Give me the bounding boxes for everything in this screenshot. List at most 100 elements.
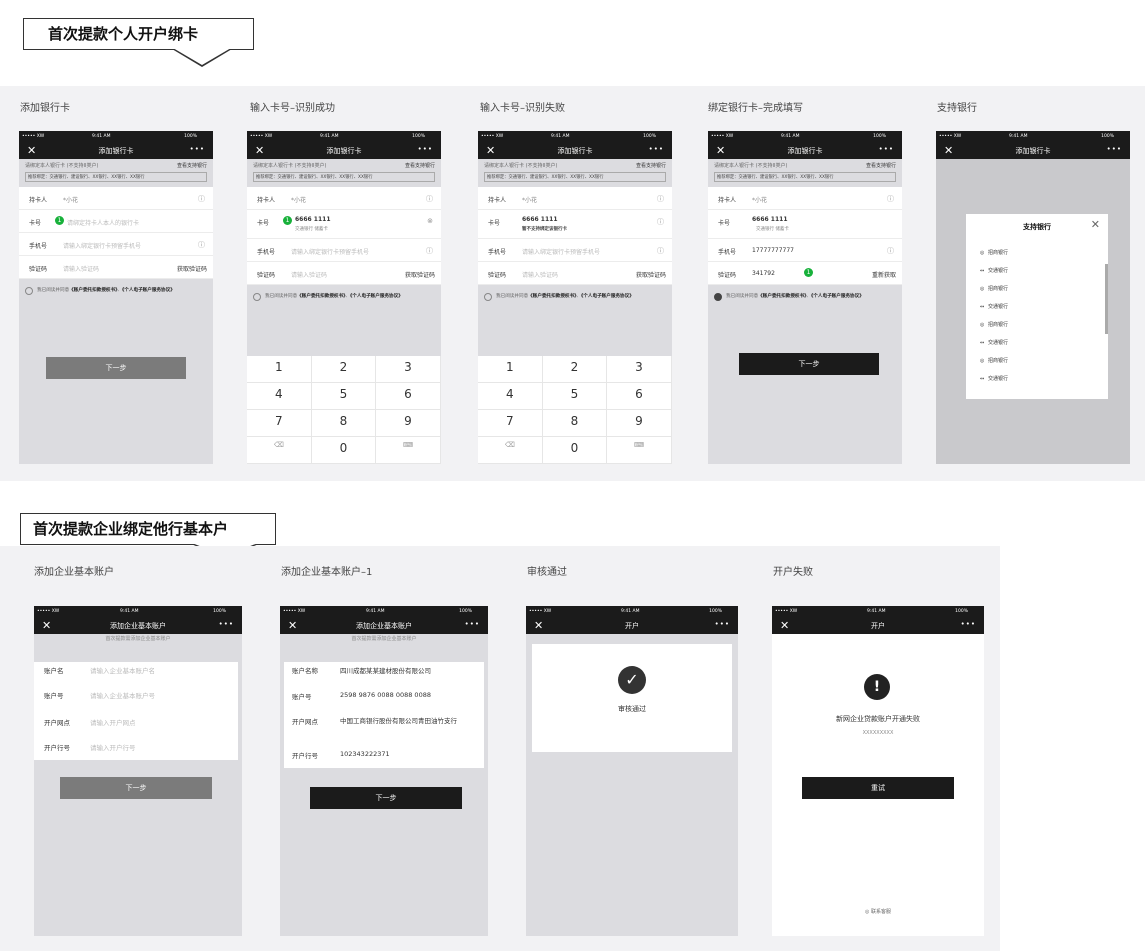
delete-key-icon[interactable]: ⌫ (478, 437, 543, 464)
next-button[interactable]: 下一步 (739, 353, 879, 375)
modal-scrollbar[interactable] (1105, 264, 1108, 334)
bankno-value[interactable]: 102343222371 (340, 750, 390, 758)
key-1[interactable]: 1 (247, 356, 312, 383)
key-3[interactable]: 3 (607, 356, 672, 383)
phone-row[interactable]: 手机号 请输入绑定银行卡预留手机号 ⓘ (247, 239, 441, 262)
key-5[interactable]: 5 (311, 383, 377, 410)
phone-input[interactable]: 请输入绑定银行卡预留手机号 (522, 247, 600, 256)
hide-keyboard-icon[interactable]: ⌨ (607, 437, 672, 464)
key-6[interactable]: 6 (607, 383, 672, 410)
phone-row[interactable]: 手机号 请输入绑定银行卡预留手机号 ⓘ (19, 233, 213, 256)
card-number-input[interactable]: 6666 1111 (295, 216, 331, 223)
get-code-button[interactable]: 获取验证码 (177, 264, 207, 273)
key-0[interactable]: 0 (542, 437, 608, 464)
key-9[interactable]: 9 (607, 410, 672, 437)
next-button[interactable]: 下一步 (310, 787, 462, 809)
more-icon[interactable]: ••• (715, 620, 730, 628)
key-2[interactable]: 2 (542, 356, 608, 383)
code-row[interactable]: 验证码 请输入验证码 获取验证码 (478, 262, 672, 285)
next-button[interactable]: 下一步 (46, 357, 186, 379)
clear-icon[interactable]: ⊗ (427, 217, 433, 225)
agree-doc-2[interactable]: 《个人电子账户服务协议》 (122, 288, 175, 293)
name-input[interactable]: 请输入企业基本账户名 (90, 665, 155, 675)
modal-close-icon[interactable]: ✕ (1091, 218, 1100, 231)
agree-doc-1[interactable]: 《账户委托扣款授权书》 (528, 294, 576, 299)
agree-checkbox[interactable] (714, 293, 722, 301)
agree-checkbox[interactable] (253, 293, 261, 301)
info-icon[interactable]: ⓘ (426, 194, 433, 204)
key-7[interactable]: 7 (478, 410, 543, 437)
agree-doc-1[interactable]: 《账户委托扣款授权书》 (69, 288, 117, 293)
key-1[interactable]: 1 (478, 356, 543, 383)
code-row[interactable]: 验证码 请输入验证码 获取验证码 (247, 262, 441, 285)
more-icon[interactable]: ••• (190, 145, 205, 153)
key-8[interactable]: 8 (311, 410, 377, 437)
key-4[interactable]: 4 (478, 383, 543, 410)
code-input[interactable]: 请输入验证码 (291, 270, 327, 279)
more-icon[interactable]: ••• (1107, 145, 1122, 153)
card-number-input[interactable]: 请绑定持卡人本人的银行卡 (67, 218, 139, 227)
key-7[interactable]: 7 (247, 410, 312, 437)
code-input[interactable]: 请输入验证码 (63, 264, 99, 273)
code-row[interactable]: 验证码 341792 1 重新获取 (708, 262, 902, 285)
acct-value[interactable]: 2598 9876 0088 0088 0088 (340, 691, 431, 699)
phone-input[interactable]: 请输入绑定银行卡预留手机号 (63, 241, 141, 250)
more-icon[interactable]: ••• (418, 145, 433, 153)
phone-input[interactable]: 17777777777 (752, 247, 794, 254)
info-icon[interactable]: ⓘ (657, 246, 664, 256)
card-number-row[interactable]: 卡号 6666 1111 交通银行 储蓄卡 (708, 210, 902, 239)
name-value[interactable]: 四川成都某某建材股份有限公司 (340, 665, 431, 675)
card-number-input[interactable]: 6666 1111 (752, 216, 788, 223)
view-supported-banks-link[interactable]: 查看支持银行 (405, 162, 435, 169)
agree-doc-2[interactable]: 《个人电子账户服务协议》 (811, 294, 864, 299)
agree-doc-2[interactable]: 《个人电子账户服务协议》 (581, 294, 634, 299)
more-icon[interactable]: ••• (879, 145, 894, 153)
key-2[interactable]: 2 (311, 356, 377, 383)
phone-row[interactable]: 手机号 请输入绑定银行卡预留手机号 ⓘ (478, 239, 672, 262)
more-icon[interactable]: ••• (465, 620, 480, 628)
delete-key-icon[interactable]: ⌫ (247, 437, 312, 464)
info-icon[interactable]: ⓘ (657, 194, 664, 204)
branch-input[interactable]: 请输入开户网点 (90, 717, 136, 727)
agree-checkbox[interactable] (484, 293, 492, 301)
info-icon[interactable]: ⓘ (426, 246, 433, 256)
agree-doc-2[interactable]: 《个人电子账户服务协议》 (350, 294, 403, 299)
code-input[interactable]: 请输入验证码 (522, 270, 558, 279)
branch-value[interactable]: 中国工商银行股份有限公司青田油竹支行 (340, 716, 460, 726)
key-6[interactable]: 6 (376, 383, 441, 410)
more-icon[interactable]: ••• (219, 620, 234, 628)
bankno-input[interactable]: 请输入开户行号 (90, 742, 136, 752)
code-row[interactable]: 验证码 请输入验证码 获取验证码 (19, 256, 213, 279)
phone-input[interactable]: 请输入绑定银行卡预留手机号 (291, 247, 369, 256)
key-8[interactable]: 8 (542, 410, 608, 437)
view-supported-banks-link[interactable]: 查看支持银行 (866, 162, 896, 169)
more-icon[interactable]: ••• (649, 145, 664, 153)
agree-doc-1[interactable]: 《账户委托扣款授权书》 (297, 294, 345, 299)
key-5[interactable]: 5 (542, 383, 608, 410)
contact-service-link[interactable]: ◎ 联系客服 (772, 908, 984, 915)
agree-checkbox[interactable] (25, 287, 33, 295)
more-icon[interactable]: ••• (961, 620, 976, 628)
info-icon[interactable]: ⓘ (887, 194, 894, 204)
agree-doc-1[interactable]: 《账户委托扣款授权书》 (758, 294, 806, 299)
retry-button[interactable]: 重试 (802, 777, 954, 799)
view-supported-banks-link[interactable]: 查看支持银行 (177, 162, 207, 169)
resend-button[interactable]: 重新获取 (872, 270, 896, 279)
info-icon[interactable]: ⓘ (198, 194, 205, 204)
info-icon[interactable]: ⓘ (887, 246, 894, 256)
key-4[interactable]: 4 (247, 383, 312, 410)
key-0[interactable]: 0 (311, 437, 377, 464)
info-icon[interactable]: ⓘ (657, 217, 664, 227)
code-input[interactable]: 341792 (752, 270, 775, 277)
phone-row[interactable]: 手机号 17777777777 ⓘ (708, 239, 902, 262)
acct-input[interactable]: 请输入企业基本账户号 (90, 690, 155, 700)
key-3[interactable]: 3 (376, 356, 441, 383)
card-number-row[interactable]: 卡号 6666 1111 暂不支持绑定该银行卡 ⓘ (478, 210, 672, 239)
info-icon[interactable]: ⓘ (198, 240, 205, 250)
get-code-button[interactable]: 获取验证码 (636, 270, 666, 279)
card-number-input[interactable]: 6666 1111 (522, 216, 558, 223)
hide-keyboard-icon[interactable]: ⌨ (376, 437, 441, 464)
next-button[interactable]: 下一步 (60, 777, 212, 799)
get-code-button[interactable]: 获取验证码 (405, 270, 435, 279)
card-number-row[interactable]: 卡号 1 6666 1111 交通银行 储蓄卡 ⊗ (247, 210, 441, 239)
